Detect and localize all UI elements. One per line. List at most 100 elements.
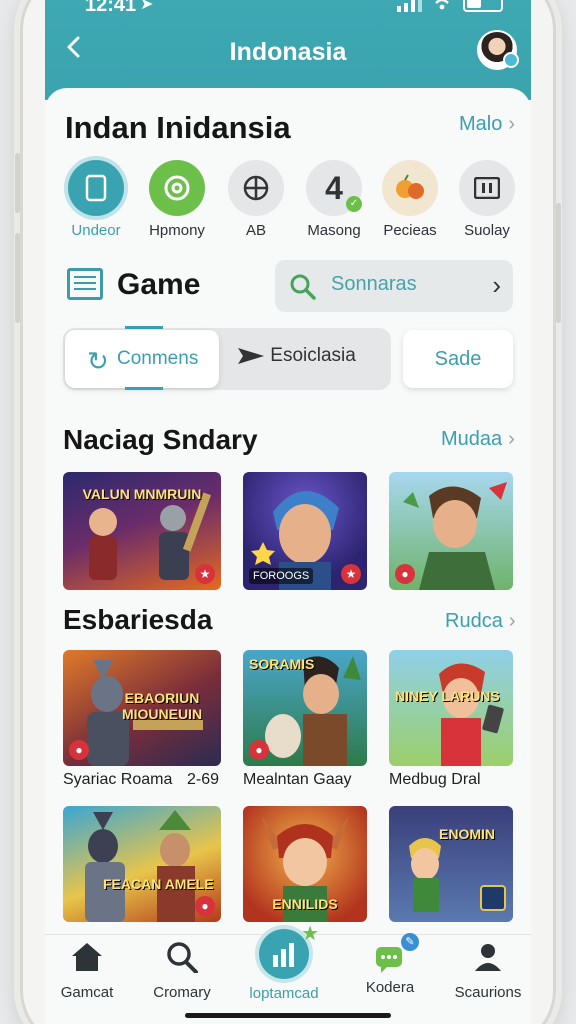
game-art-title: ENNILIDS bbox=[272, 896, 338, 912]
game-caption: Syariac Roama bbox=[63, 771, 173, 788]
section2-more-label: Rudca bbox=[445, 610, 503, 632]
fruit-icon bbox=[382, 160, 438, 216]
category-label: Pecieas bbox=[383, 222, 437, 239]
hero-more-label: Malo bbox=[459, 113, 503, 135]
game-art-title: VALUN MNMRUIN bbox=[82, 486, 202, 502]
section1-more-label: Mudaa bbox=[441, 428, 503, 450]
search-input[interactable]: Sonnaras › bbox=[275, 260, 513, 312]
nav-item-gamcat[interactable]: Gamcat bbox=[45, 941, 132, 1001]
game-tile[interactable]: ● bbox=[389, 472, 513, 590]
tablet-icon bbox=[68, 160, 124, 216]
battery-icon bbox=[463, 0, 503, 12]
category-masong[interactable]: 4 ✓ Masong bbox=[294, 160, 374, 239]
wifi-icon bbox=[435, 0, 449, 10]
game-tile[interactable]: VALUN MNMRUIN ★ bbox=[63, 472, 221, 590]
game-caption: Medbug Dral bbox=[389, 771, 481, 788]
section2-more-link[interactable]: Rudca › bbox=[445, 610, 515, 633]
category-row: Undeor Hpmony AB 4 ✓ Masong Pecieas Suol… bbox=[45, 160, 531, 240]
game-art-title: NINEY LARUNS bbox=[395, 688, 500, 704]
tab-indicator-bottom bbox=[125, 387, 163, 390]
signal-icon bbox=[397, 0, 422, 12]
game-tile[interactable]: EBAORIUN MIOUNEUIN ● bbox=[63, 650, 221, 766]
search-text: Sonnaras bbox=[331, 273, 417, 295]
search-icon bbox=[167, 942, 198, 974]
badge-icon: ● bbox=[249, 740, 269, 760]
tab-conmens[interactable]: ↻ Conmens bbox=[65, 330, 219, 388]
search-icon bbox=[290, 274, 316, 300]
spiral-icon bbox=[149, 160, 205, 216]
game-tile[interactable]: ENOMIN bbox=[389, 806, 513, 922]
page-title: Indonasia bbox=[229, 38, 347, 66]
badge-icon: ● bbox=[69, 740, 89, 760]
volume-button-2 bbox=[15, 233, 20, 323]
badge-icon: ★ bbox=[341, 564, 361, 584]
status-time: 12:41 bbox=[85, 0, 137, 16]
chevron-right-icon: › bbox=[508, 113, 516, 135]
game-tile[interactable]: ENNILIDS bbox=[243, 806, 367, 922]
avatar-status-badge bbox=[503, 52, 519, 68]
home-indicator[interactable] bbox=[185, 1013, 391, 1018]
game-tile[interactable]: NINEY LARUNS bbox=[389, 650, 513, 766]
star-icon: ★ bbox=[301, 923, 319, 945]
nav-item-kodera[interactable]: ✎ Kodera bbox=[345, 933, 435, 996]
category-label: Undeor bbox=[71, 222, 121, 239]
category-hpmony[interactable]: Hpmony bbox=[137, 160, 217, 239]
person-icon bbox=[475, 944, 501, 971]
header-bar: 12:41 ➤ Indonasia bbox=[45, 0, 531, 100]
badge-icon: ● bbox=[195, 896, 215, 916]
section1-title: Naciag Sndary bbox=[63, 424, 258, 455]
badge-icon: ● bbox=[395, 564, 415, 584]
chat-icon: ✎ bbox=[373, 933, 419, 973]
nav-label: Cromary bbox=[153, 984, 211, 1001]
category-undeor[interactable]: Undeor bbox=[56, 160, 136, 239]
game-art-title: ENOMIN bbox=[439, 826, 495, 842]
section1-more-link[interactable]: Mudaa › bbox=[441, 428, 515, 451]
section2-title: Esbariesda bbox=[63, 604, 213, 635]
tab-label: Conmens bbox=[117, 348, 199, 369]
home-icon bbox=[72, 943, 102, 971]
category-label: Hpmony bbox=[149, 222, 205, 239]
bottom-nav: Gamcat Cromary ★ loptamcad ✎ Kodera Scau… bbox=[45, 923, 531, 1024]
pause-icon bbox=[459, 160, 515, 216]
chart-icon: ★ bbox=[259, 923, 319, 979]
game-section-title: Game bbox=[117, 268, 201, 301]
check-badge-icon: ✓ bbox=[346, 196, 362, 212]
nav-item-loptamcad[interactable]: ★ loptamcad bbox=[239, 923, 329, 1002]
tab-indicator bbox=[125, 326, 163, 329]
game-art-title: FOROOGS bbox=[249, 568, 314, 584]
badge-icon: ★ bbox=[195, 564, 215, 584]
game-art-title: SORAMIS bbox=[249, 656, 315, 672]
hero-more-link[interactable]: Malo › bbox=[459, 113, 515, 136]
tab-sade[interactable]: Sade bbox=[403, 330, 513, 388]
location-arrow-icon: ➤ bbox=[140, 0, 154, 13]
game-caption: Mealntan Gaay bbox=[243, 771, 352, 788]
chevron-right-icon: › bbox=[508, 428, 515, 450]
nav-label: Kodera bbox=[365, 979, 415, 996]
refresh-icon: ↻ bbox=[87, 346, 109, 376]
game-tile[interactable]: SORAMIS ● bbox=[243, 650, 367, 766]
category-label: Suolay bbox=[464, 222, 510, 239]
game-section-icon bbox=[67, 268, 103, 300]
nav-label: loptamcad bbox=[249, 985, 319, 1002]
power-button bbox=[556, 203, 561, 323]
chevron-right-icon: › bbox=[492, 270, 501, 300]
volume-button bbox=[15, 153, 20, 213]
number-four-icon: 4 ✓ bbox=[306, 160, 362, 216]
chevron-right-icon: › bbox=[508, 610, 516, 632]
nav-label: Gamcat bbox=[60, 984, 114, 1001]
tab-esoiclasia[interactable]: Esoiclasia bbox=[237, 345, 356, 367]
nav-item-scaurions[interactable]: Scaurions bbox=[443, 941, 531, 1001]
wrench-badge-icon: ✎ bbox=[401, 933, 419, 951]
category-ab[interactable]: AB bbox=[216, 160, 296, 239]
nav-item-cromary[interactable]: Cromary bbox=[137, 941, 227, 1001]
app-screen: 12:41 ➤ Indonasia Indan Inidansia Malo› bbox=[45, 0, 531, 1024]
game-tile[interactable]: FEACAN AMELE ● bbox=[63, 806, 221, 922]
game-tile[interactable]: FOROOGS ★ bbox=[243, 472, 367, 590]
game-art-title: FEACAN AMELE bbox=[103, 876, 214, 892]
nav-label: Scaurions bbox=[454, 984, 522, 1001]
game-art-title: EBAORIUN MIOUNEUIN bbox=[121, 690, 203, 722]
category-glyph: 4 bbox=[325, 169, 343, 206]
category-suolay[interactable]: Suolay bbox=[447, 160, 527, 239]
category-pecieas[interactable]: Pecieas bbox=[370, 160, 450, 239]
tab-label: Esoiclasia bbox=[270, 345, 356, 366]
